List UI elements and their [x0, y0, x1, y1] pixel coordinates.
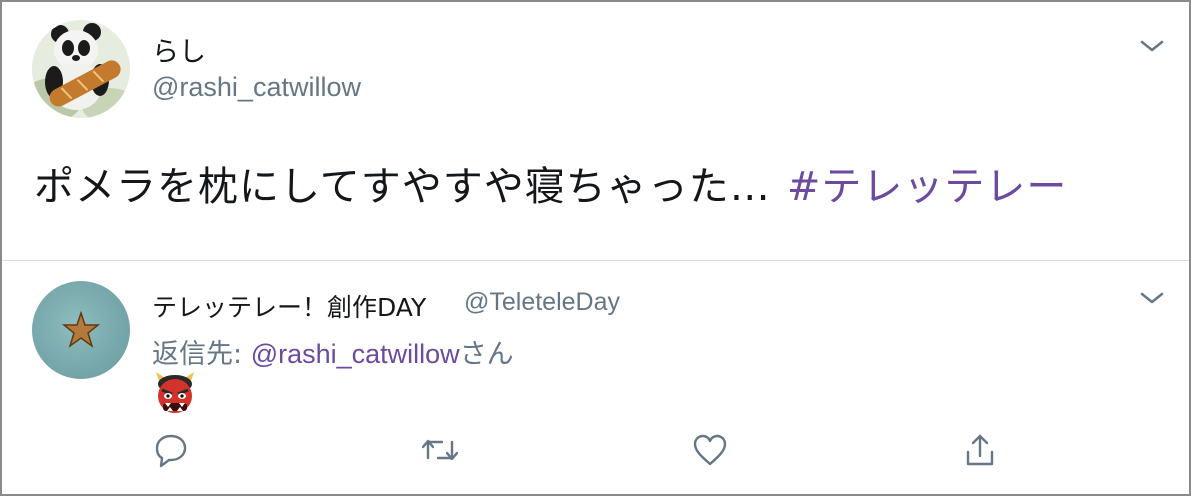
tweet-text: ポメラを枕にしてすやすや寝ちゃった… #テレッテレー [34, 154, 1067, 212]
reply-to-line: 返信先: @rashi_catwillowさん [152, 332, 514, 371]
panda-avatar-icon[interactable] [32, 20, 130, 118]
reply-to-mention[interactable]: @rashi_catwillow [251, 339, 460, 369]
chevron-down-icon[interactable] [1139, 290, 1165, 306]
reply-author-display-name[interactable]: テレッテレー！創作DAY [152, 288, 426, 324]
like-heart-icon[interactable] [690, 430, 730, 470]
author-display-name[interactable]: らし [152, 30, 206, 69]
reply-author-handle[interactable]: @TeleteleDay [464, 288, 620, 317]
reply-to-label: 返信先: [152, 339, 243, 370]
author-handle[interactable]: @rashi_catwillow [152, 72, 361, 103]
chevron-down-icon[interactable] [1139, 38, 1165, 54]
starfish-avatar-icon[interactable] [32, 281, 130, 379]
hashtag-link[interactable]: #テレッテレー [787, 164, 1068, 210]
share-icon[interactable] [960, 430, 1000, 470]
reply-to-suffix: さん [459, 339, 514, 370]
retweet-icon[interactable] [420, 430, 460, 470]
action-bar [2, 430, 1189, 474]
divider [2, 260, 1189, 261]
tweet-body: ポメラを枕にしてすやすや寝ちゃった… [34, 164, 771, 210]
main-tweet: らし @rashi_catwillow ポメラを枕にしてすやすや寝ちゃった… #テ… [2, 2, 1189, 260]
reply-icon[interactable] [151, 430, 191, 470]
japanese-ogre-emoji-icon [152, 370, 198, 416]
tweet-card: らし @rashi_catwillow ポメラを枕にしてすやすや寝ちゃった… #テ… [0, 0, 1191, 496]
